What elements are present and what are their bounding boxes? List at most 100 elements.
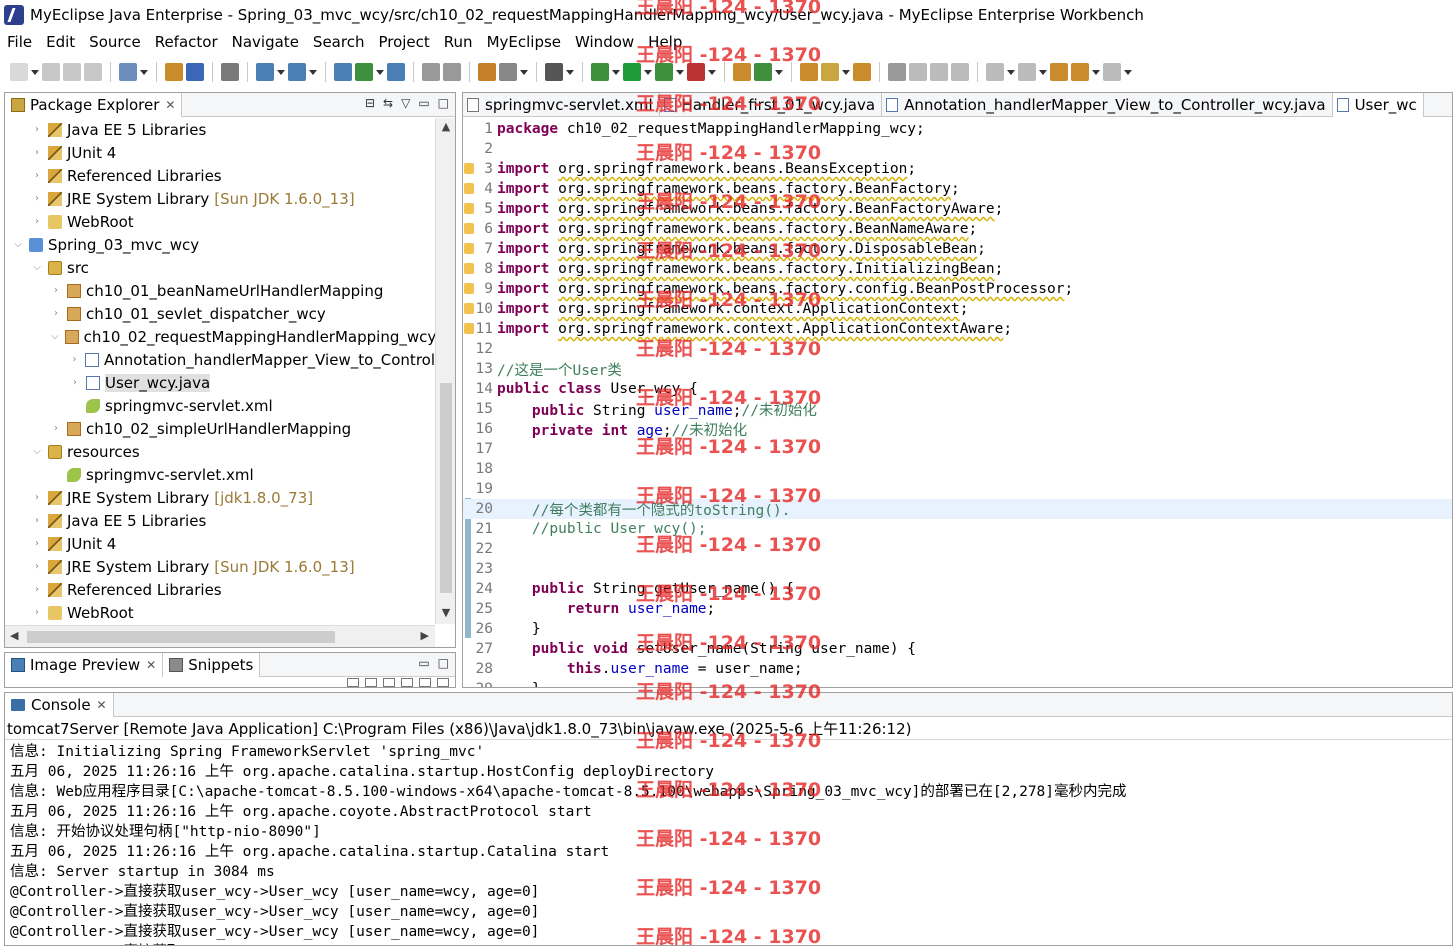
tree-item[interactable]: › JUnit 4	[5, 532, 435, 555]
tab-console[interactable]: Console ✕	[5, 693, 114, 717]
tree-item[interactable]: ⌵ src	[5, 256, 435, 279]
save-icon[interactable]	[42, 63, 60, 81]
code-line[interactable]: 16 private int age;//未初始化	[463, 419, 1452, 439]
chevron-down-icon[interactable]	[566, 63, 574, 81]
code-line[interactable]: 9 import org.springframework.beans.factor…	[463, 279, 1452, 299]
tree-item[interactable]: › ch10_01_beanNameUrlHandlerMapping	[5, 279, 435, 302]
expanded-chevron-icon[interactable]: ⌵	[13, 239, 23, 250]
tree-item[interactable]: › Referenced Libraries	[5, 164, 435, 187]
pencil-icon[interactable]	[821, 63, 839, 81]
code-line[interactable]: 29 }	[463, 679, 1452, 687]
print-icon[interactable]	[84, 63, 102, 81]
open-resource-icon[interactable]	[186, 63, 204, 81]
new-package-icon[interactable]	[733, 63, 751, 81]
tree-item[interactable]: › Java EE 5 Libraries	[5, 118, 435, 141]
gear-icon[interactable]	[478, 63, 496, 81]
chevron-down-icon[interactable]	[612, 63, 620, 81]
code-line[interactable]: 2	[463, 139, 1452, 159]
new-icon[interactable]	[10, 63, 28, 81]
code-line[interactable]: 23	[463, 559, 1452, 579]
tree-item[interactable]: › ch10_02_simpleUrlHandlerMapping	[5, 417, 435, 440]
scroll-right-icon[interactable]: ▶	[421, 629, 429, 642]
open-folder-icon[interactable]	[800, 63, 818, 81]
package-tree-vertical-scrollbar[interactable]: ▲ ▼	[435, 118, 455, 624]
scroll-down-icon[interactable]: ▼	[436, 606, 456, 622]
back-icon[interactable]	[347, 678, 359, 687]
code-line[interactable]: 22	[463, 539, 1452, 559]
new-class-icon[interactable]	[754, 63, 772, 81]
code-line[interactable]: 19	[463, 479, 1452, 499]
save-all-icon[interactable]	[63, 63, 81, 81]
tree-item[interactable]: › JUnit 4	[5, 141, 435, 164]
close-icon[interactable]: ✕	[97, 698, 107, 712]
collapsed-chevron-icon[interactable]: ›	[32, 561, 42, 572]
external-tools-icon[interactable]	[687, 63, 705, 81]
menu-search[interactable]: Search	[306, 33, 372, 51]
code-line[interactable]: 1 package ch10_02_requestMappingHandlerMa…	[463, 119, 1452, 139]
chevron-down-icon[interactable]	[775, 63, 783, 81]
search-icon[interactable]	[853, 63, 871, 81]
collapsed-chevron-icon[interactable]: ›	[70, 377, 80, 388]
menu-navigate[interactable]: Navigate	[225, 33, 306, 51]
tree-item[interactable]: springmvc-servlet.xml	[5, 463, 435, 486]
collapsed-chevron-icon[interactable]: ›	[32, 538, 42, 549]
expanded-chevron-icon[interactable]: ⌵	[32, 262, 42, 273]
chevron-down-icon[interactable]	[140, 63, 148, 81]
debug-icon[interactable]	[591, 63, 609, 81]
code-line[interactable]: 27 public void setUser_name(String user_…	[463, 639, 1452, 659]
zoom-in-icon[interactable]	[401, 678, 413, 687]
previous-annotation-icon[interactable]	[1018, 63, 1036, 81]
server-icon[interactable]	[221, 63, 239, 81]
code-line[interactable]: 3 import org.springframework.beans.BeansE…	[463, 159, 1452, 179]
tab-package-explorer[interactable]: Package Explorer ✕	[5, 92, 183, 117]
code-line[interactable]: 24 public String getUser_name() {	[463, 579, 1452, 599]
tree-item[interactable]: › JRE System Library [Sun JDK 1.6.0_13]	[5, 187, 435, 210]
run-coverage-icon[interactable]	[655, 63, 673, 81]
code-line[interactable]: 15 public String user_name;//未初始化	[463, 399, 1452, 419]
tree-item[interactable]: › Referenced Libraries	[5, 578, 435, 601]
code-line[interactable]: 18	[463, 459, 1452, 479]
horizontal-scroll-thumb[interactable]	[27, 631, 335, 643]
chevron-down-icon[interactable]	[309, 63, 317, 81]
vertical-scroll-thumb[interactable]	[440, 383, 452, 593]
run-icon[interactable]	[623, 63, 641, 81]
collapse-all-icon[interactable]: ⊟	[365, 96, 375, 110]
back-arrow-icon[interactable]	[1071, 63, 1089, 81]
collapsed-chevron-icon[interactable]: ›	[32, 216, 42, 227]
chevron-down-icon[interactable]	[1039, 63, 1047, 81]
code-line[interactable]: 5 import org.springframework.beans.factor…	[463, 199, 1452, 219]
editor-tab[interactable]: springmvc-servlet.xml	[463, 93, 660, 117]
tree-item[interactable]: springmvc-servlet.xml	[5, 394, 435, 417]
collapsed-chevron-icon[interactable]: ›	[32, 124, 42, 135]
tree-item[interactable]: › WebRoot	[5, 601, 435, 624]
code-line[interactable]: 13//这是一个User类	[463, 359, 1452, 379]
code-line[interactable]: 14 public class User_wcy {	[463, 379, 1452, 399]
pin-icon[interactable]	[888, 63, 906, 81]
menu-run[interactable]: Run	[437, 33, 480, 51]
history-icon[interactable]	[443, 63, 461, 81]
collapsed-chevron-icon[interactable]: ›	[32, 607, 42, 618]
tree-item[interactable]: ⌵ Spring_03_mvc_wcy	[5, 233, 435, 256]
menu-help[interactable]: Help	[641, 33, 689, 51]
collapsed-chevron-icon[interactable]: ›	[51, 285, 61, 296]
web-project-icon[interactable]	[256, 63, 274, 81]
code-line[interactable]: 6 import org.springframework.beans.factor…	[463, 219, 1452, 239]
close-icon[interactable]: ✕	[165, 98, 175, 112]
collapsed-chevron-icon[interactable]: ›	[32, 147, 42, 158]
menu-window[interactable]: Window	[568, 33, 641, 51]
tree-item[interactable]: › ch10_01_sevlet_dispatcher_wcy	[5, 302, 435, 325]
warning-icon[interactable]	[464, 323, 474, 334]
code-text-area[interactable]: 1 package ch10_02_requestMappingHandlerMa…	[463, 118, 1452, 687]
scroll-up-icon[interactable]: ▲	[436, 120, 456, 136]
code-line[interactable]: 11 import org.springframework.context.App…	[463, 319, 1452, 339]
annotation-icon[interactable]	[909, 63, 927, 81]
editor-tab[interactable]: Handler_first_01_wcy.java	[660, 93, 883, 117]
warning-icon[interactable]	[464, 283, 474, 294]
collapsed-chevron-icon[interactable]: ›	[51, 308, 61, 319]
chevron-down-icon[interactable]	[277, 63, 285, 81]
chevron-down-icon[interactable]	[520, 63, 528, 81]
menu-refactor[interactable]: Refactor	[148, 33, 225, 51]
code-line[interactable]: 20 //每个类都有一个隐式的toString().	[463, 499, 1452, 519]
warning-icon[interactable]	[464, 303, 474, 314]
package-tree-horizontal-scrollbar[interactable]: ◀ ▶	[5, 625, 435, 647]
